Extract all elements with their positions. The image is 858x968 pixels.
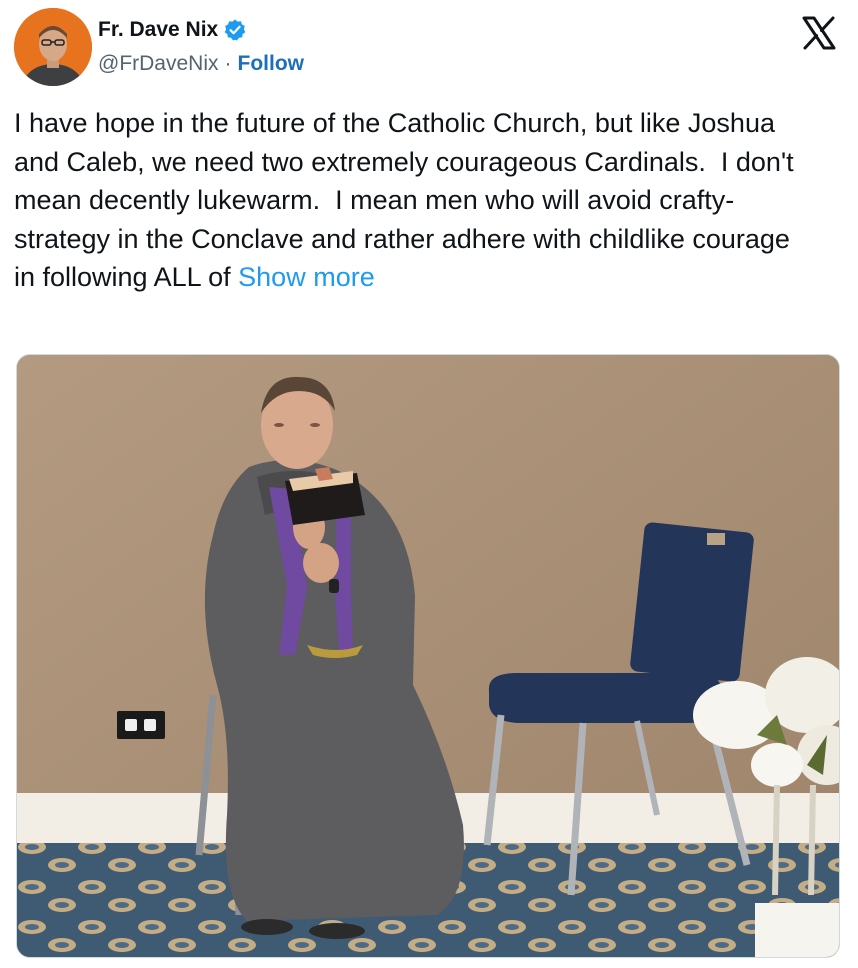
- author-handle[interactable]: @FrDaveNix: [98, 52, 219, 76]
- tweet-text: I have hope in the future of the Catholi…: [14, 104, 814, 297]
- author-display-name[interactable]: Fr. Dave Nix: [98, 18, 218, 42]
- author-avatar[interactable]: [14, 8, 92, 86]
- separator-dot: ·: [224, 52, 232, 75]
- handle-row: @FrDaveNix · Follow: [98, 52, 304, 76]
- follow-button[interactable]: Follow: [238, 52, 305, 76]
- tweet-body: I have hope in the future of the Catholi…: [14, 108, 802, 292]
- name-row: Fr. Dave Nix: [98, 18, 247, 42]
- verified-badge-icon: [223, 18, 247, 42]
- x-logo-icon[interactable]: [800, 14, 838, 52]
- tweet-header: Fr. Dave Nix @FrDaveNix · Follow: [14, 8, 844, 88]
- tweet-media-image[interactable]: [16, 354, 840, 958]
- show-more-link[interactable]: Show more: [238, 262, 375, 292]
